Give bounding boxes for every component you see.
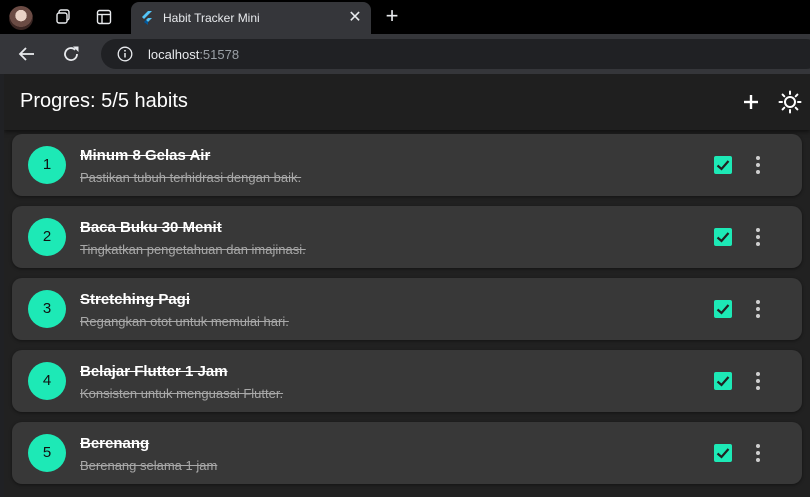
- more-vert-icon[interactable]: [748, 297, 768, 321]
- back-icon[interactable]: [16, 43, 38, 65]
- habit-number: 2: [28, 218, 66, 256]
- check-icon[interactable]: [714, 156, 732, 174]
- habit-description: Berenang selama 1 jam: [80, 458, 218, 473]
- habit-card[interactable]: 2 Baca Buku 30 Menit Tingkatkan pengetah…: [12, 206, 802, 268]
- browser-toolbar: localhost:51578: [0, 34, 810, 74]
- habit-card[interactable]: 5 Berenang Berenang selama 1 jam: [12, 422, 802, 484]
- habit-title: Belajar Flutter 1 Jam: [80, 363, 228, 380]
- check-icon[interactable]: [714, 228, 732, 246]
- sun-icon[interactable]: [778, 90, 802, 114]
- habit-title: Minum 8 Gelas Air: [80, 147, 211, 164]
- new-tab-icon[interactable]: +: [381, 5, 403, 27]
- profile-avatar[interactable]: [9, 6, 33, 30]
- habit-description: Pastikan tubuh terhidrasi dengan baik.: [80, 170, 302, 185]
- address-bar[interactable]: localhost:51578: [101, 39, 810, 69]
- habit-title: Berenang: [80, 435, 150, 452]
- url-host: localhost: [148, 47, 200, 62]
- habit-title: Baca Buku 30 Menit: [80, 219, 222, 236]
- tab-actions-icon[interactable]: [95, 8, 113, 26]
- habit-description: Konsisten untuk menguasai Flutter.: [80, 386, 284, 401]
- more-vert-icon[interactable]: [748, 441, 768, 465]
- browser-tab-active[interactable]: Habit Tracker Mini ✕: [131, 2, 371, 34]
- more-vert-icon[interactable]: [748, 369, 768, 393]
- habit-title: Stretching Pagi: [80, 291, 191, 308]
- app-window: Progres: 5/5 habits 1 Minum 8 Gelas Air: [4, 74, 810, 497]
- check-icon[interactable]: [714, 372, 732, 390]
- more-vert-icon[interactable]: [748, 153, 768, 177]
- habit-description: Tingkatkan pengetahuan dan imajinasi.: [80, 242, 306, 257]
- habit-card[interactable]: 3 Stretching Pagi Regangkan otot untuk m…: [12, 278, 802, 340]
- app-bar: Progres: 5/5 habits: [4, 74, 810, 130]
- add-icon[interactable]: [739, 90, 763, 114]
- check-icon[interactable]: [714, 300, 732, 318]
- reload-icon[interactable]: [60, 43, 82, 65]
- url-text[interactable]: localhost:51578: [148, 47, 239, 62]
- habit-number: 1: [28, 146, 66, 184]
- habit-card[interactable]: 1 Minum 8 Gelas Air Pastikan tubuh terhi…: [12, 134, 802, 196]
- page-title: Progres: 5/5 habits: [20, 90, 188, 112]
- browser-tabstrip: Habit Tracker Mini ✕ +: [0, 0, 810, 34]
- tab-title: Habit Tracker Mini: [163, 11, 260, 25]
- habit-number: 4: [28, 362, 66, 400]
- flutter-logo-icon: [142, 11, 152, 25]
- habit-description: Regangkan otot untuk memulai hari.: [80, 314, 289, 329]
- habit-number: 5: [28, 434, 66, 472]
- more-vert-icon[interactable]: [748, 225, 768, 249]
- check-icon[interactable]: [714, 444, 732, 462]
- tab-close-icon[interactable]: ✕: [345, 8, 365, 28]
- url-port: :51578: [199, 47, 240, 62]
- workspaces-icon[interactable]: [54, 8, 72, 26]
- habit-card[interactable]: 4 Belajar Flutter 1 Jam Konsisten untuk …: [12, 350, 802, 412]
- site-info-icon[interactable]: [117, 46, 133, 62]
- habit-number: 3: [28, 290, 66, 328]
